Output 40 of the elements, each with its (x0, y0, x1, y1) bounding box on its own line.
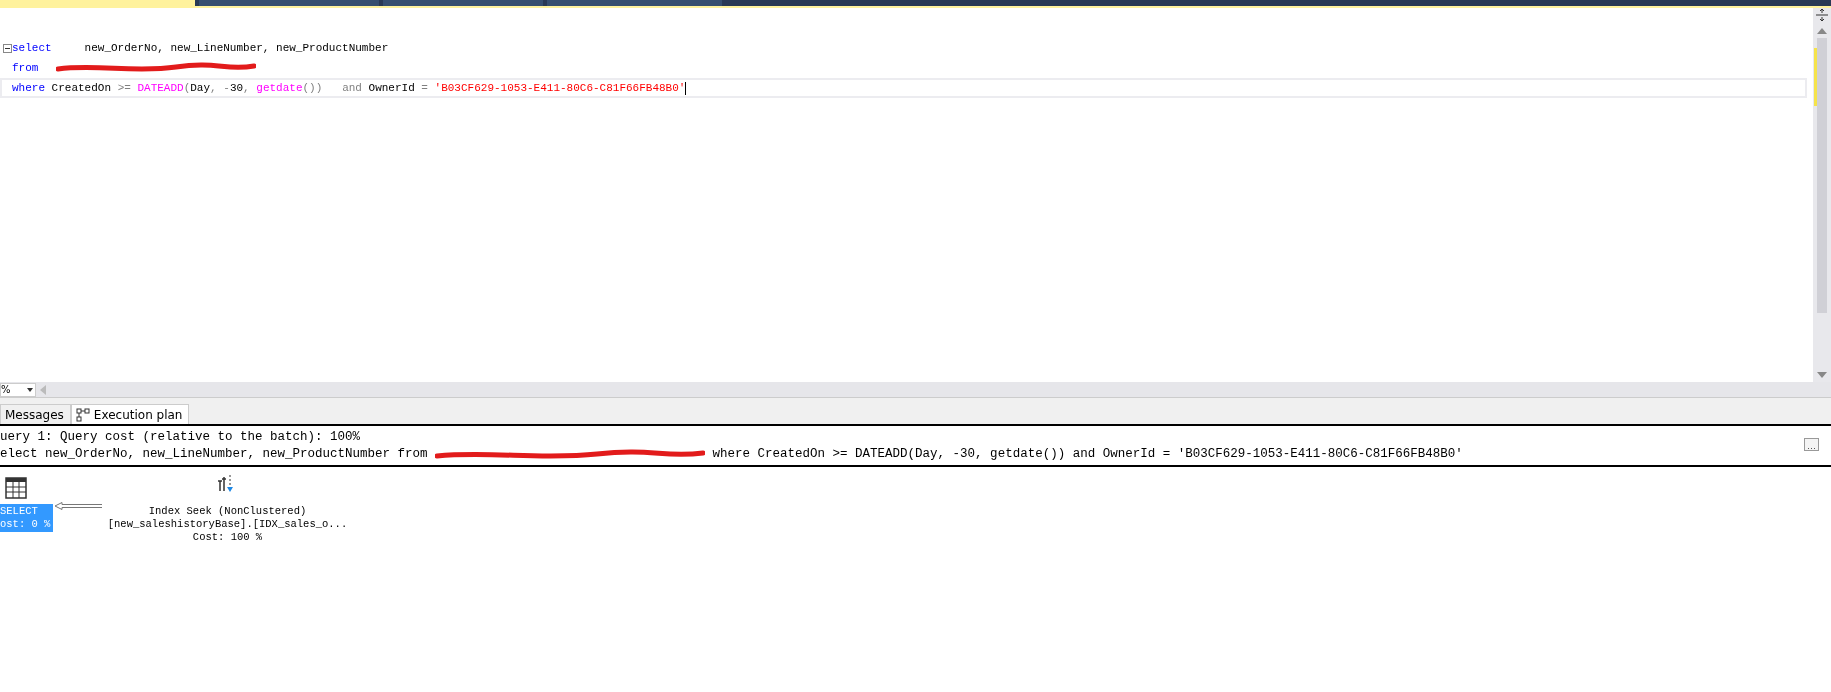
code-text: and (341, 81, 362, 95)
change-marker (1814, 48, 1817, 106)
code-text: getdate (255, 81, 303, 95)
code-text: , (243, 81, 250, 95)
code-text: Day (190, 81, 211, 95)
code-text: CreatedOn (50, 81, 113, 95)
flow-arrow (54, 502, 102, 510)
result-tab[interactable]: Execution plan (70, 404, 190, 424)
code-text: - (222, 81, 230, 95)
plan-icon (75, 407, 90, 422)
code-text: >= (117, 81, 131, 95)
collapse-icon[interactable] (2, 43, 12, 53)
vertical-scrollbar[interactable] (1813, 8, 1831, 382)
scroll-thumb[interactable] (1817, 38, 1827, 313)
code-text: 'B03CF629-1053-E411-80C6-C81F66FB48B0' (433, 81, 686, 95)
code-text: ()) (302, 81, 323, 95)
more-button[interactable] (1804, 438, 1819, 451)
query-statement-text: where CreatedOn >= DATEADD(Day, -30, getdate()) and OwnerId = 'B03CF629-1053-E411-80C6-C81F66FB48B0' (711, 446, 1463, 463)
code-text: select (12, 41, 52, 55)
plan-node-label[interactable]: Index Seek (NonClustered) [new_saleshistoryBase].[IDX_sales_o... Cost: 100 % (95, 505, 360, 544)
zoom-dropdown[interactable]: % (0, 382, 36, 397)
code-text: 30 (229, 81, 244, 95)
code-text: DATEADD (136, 81, 184, 95)
table-icon[interactable] (5, 477, 27, 499)
query-statement-text: elect new_OrderNo, new_LineNumber, new_ProductNumber from (0, 446, 429, 463)
query-cost-text: uery 1: Query cost (relative to the batch): 100% (0, 429, 361, 446)
code-text: from (12, 61, 39, 75)
scroll-down-icon[interactable] (1817, 372, 1827, 378)
code-text: OwnerId (367, 81, 416, 95)
result-tab[interactable]: Messages (0, 404, 71, 424)
scroll-up-icon[interactable] (1817, 28, 1827, 34)
split-icon[interactable] (1815, 8, 1829, 22)
code-text: , (210, 81, 217, 95)
dropdown-caret-icon[interactable] (27, 387, 33, 392)
text-cursor (685, 81, 687, 95)
code-text: = (421, 81, 428, 95)
code-text: new_OrderNo, new_LineNumber, new_ProductNumber (83, 41, 389, 55)
code-text: ( (183, 81, 191, 95)
code-text: where (12, 81, 45, 95)
scroll-left-icon[interactable] (40, 384, 46, 395)
